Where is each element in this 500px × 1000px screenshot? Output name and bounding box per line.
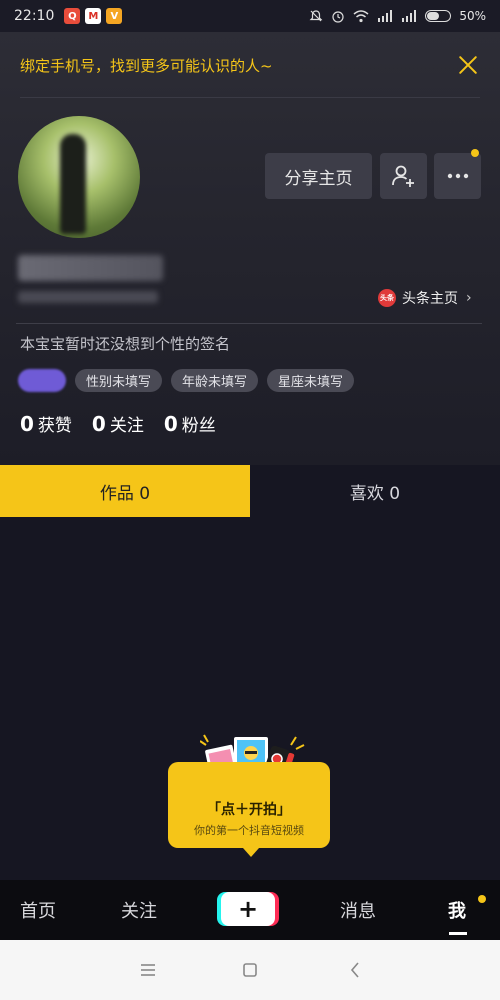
status-indicators: 50% — [309, 9, 486, 23]
add-user-icon — [391, 165, 414, 187]
chevron-right-icon: › — [466, 290, 472, 306]
toutiao-homepage-link[interactable]: 头条 头条主页 › — [378, 288, 472, 308]
stat-likes-count: 0 — [20, 412, 34, 436]
stat-likes-label: 获赞 — [37, 416, 72, 436]
status-time: 22:10 — [14, 8, 55, 24]
start-shooting-title: 「点＋开拍」 — [207, 802, 291, 818]
toutiao-logo-icon: 头条 — [378, 289, 396, 307]
nav-following[interactable]: 关注 — [121, 880, 157, 940]
tab-likes[interactable]: 喜欢 0 — [250, 465, 500, 517]
gmail-notification-icon: M — [85, 8, 102, 24]
nav-active-indicator — [449, 932, 467, 935]
avatar-figure — [60, 134, 86, 234]
more-options-button[interactable] — [434, 153, 481, 199]
battery-percent: 50% — [459, 9, 486, 23]
banner-divider — [20, 97, 480, 98]
wifi-icon — [353, 9, 369, 22]
home-icon[interactable] — [238, 958, 262, 982]
menu-icon[interactable] — [136, 958, 160, 982]
add-friend-button[interactable] — [380, 153, 427, 199]
stat-following-count: 0 — [91, 412, 106, 436]
signal-icon-1 — [378, 10, 393, 22]
more-icon — [447, 173, 468, 179]
status-bar: 22:10 Q M V 50% — [0, 0, 500, 32]
stat-following-label: 关注 — [109, 416, 144, 436]
tab-works[interactable]: 作品 0 — [0, 465, 250, 517]
signal-icon-2 — [402, 10, 417, 22]
stat-followers-label: 粉丝 — [181, 416, 216, 436]
username-blurred — [18, 255, 163, 281]
mute-icon — [309, 10, 323, 22]
stat-followers[interactable]: 0 粉丝 — [164, 411, 216, 436]
stat-likes[interactable]: 0 获赞 — [20, 411, 72, 436]
start-shooting-subtitle: 你的第一个抖音短视频 — [194, 824, 304, 837]
bind-phone-text[interactable]: 绑定手机号，找到更多可能认识的人~ — [20, 55, 273, 76]
profile-tags: 性别未填写 年龄未填写 星座未填写 — [18, 369, 355, 392]
toutiao-link-label[interactable]: 头条主页 — [402, 288, 458, 308]
avatar[interactable] — [18, 116, 140, 238]
nav-home[interactable]: 首页 — [20, 880, 56, 940]
profile-stats: 0 获赞 0 关注 0 粉丝 — [20, 411, 216, 436]
nav-me[interactable]: 我 — [448, 880, 466, 940]
tag-zodiac[interactable]: 星座未填写 — [267, 369, 355, 392]
create-video-button[interactable]: + — [221, 892, 275, 926]
nav-me-notification-dot — [478, 895, 486, 903]
nav-messages[interactable]: 消息 — [340, 880, 376, 940]
qq-notification-icon: Q — [64, 8, 81, 24]
app-notification-icon: V — [106, 8, 123, 24]
share-profile-button[interactable]: 分享主页 — [265, 153, 372, 199]
close-icon[interactable] — [456, 53, 480, 77]
notification-dot — [471, 149, 479, 157]
stat-followers-count: 0 — [163, 412, 178, 436]
tag-gender[interactable]: 性别未填写 — [75, 369, 163, 392]
battery-icon — [425, 10, 452, 22]
profile-divider — [16, 323, 482, 324]
user-id-blurred — [18, 291, 158, 303]
start-shooting-card[interactable]: 「点＋开拍」 你的第一个抖音短视频 — [168, 762, 330, 857]
stat-following[interactable]: 0 关注 — [92, 411, 144, 436]
tag-age[interactable]: 年龄未填写 — [171, 369, 259, 392]
gender-tag-blurred — [18, 369, 66, 392]
back-icon[interactable] — [343, 958, 367, 982]
alarm-icon — [332, 11, 344, 23]
bind-phone-banner[interactable]: 绑定手机号，找到更多可能认识的人~ — [0, 32, 500, 98]
content-tabs: 作品 0 喜欢 0 — [0, 465, 500, 517]
bio-text[interactable]: 本宝宝暂时还没想到个性的签名 — [20, 333, 230, 354]
